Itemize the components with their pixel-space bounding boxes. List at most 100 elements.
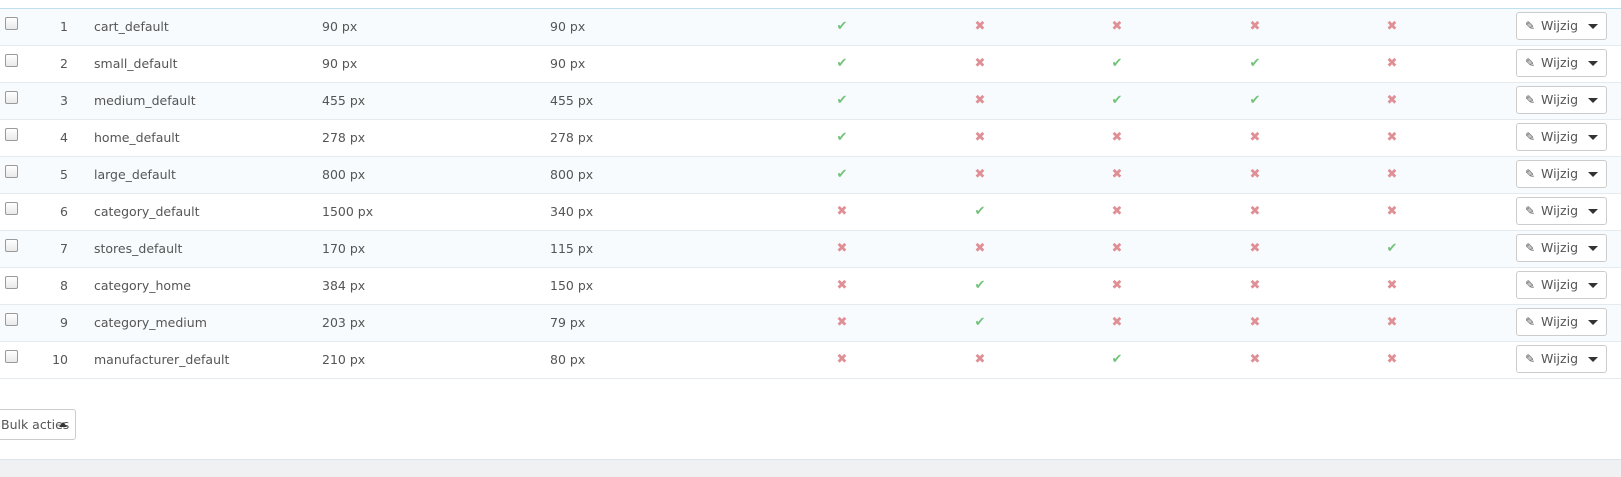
- actions-dropdown-toggle[interactable]: [1579, 346, 1606, 372]
- cross-icon: ✖: [1111, 204, 1123, 219]
- row-checkbox[interactable]: [5, 313, 18, 326]
- row-checkbox[interactable]: [5, 17, 18, 30]
- row-name: category_medium: [94, 315, 207, 330]
- edit-button[interactable]: ✎ Wijzig: [1517, 50, 1579, 76]
- actions-dropdown-toggle[interactable]: [1579, 235, 1606, 261]
- edit-button[interactable]: ✎ Wijzig: [1517, 309, 1579, 335]
- pencil-icon: ✎: [1525, 130, 1536, 144]
- row-name: medium_default: [94, 93, 196, 108]
- check-icon: ✔: [1111, 352, 1123, 367]
- pencil-icon: ✎: [1525, 93, 1536, 107]
- cross-icon: ✖: [836, 241, 848, 256]
- cross-icon: ✖: [836, 352, 848, 367]
- row-actions: ✎ Wijzig: [1516, 123, 1607, 151]
- cross-icon: ✖: [974, 130, 986, 145]
- caret-down-icon: [1588, 98, 1598, 103]
- row-height: 455 px: [550, 93, 594, 108]
- actions-dropdown-toggle[interactable]: [1579, 124, 1606, 150]
- cross-icon: ✖: [1249, 167, 1261, 182]
- cross-icon: ✖: [1386, 204, 1398, 219]
- cross-icon: ✖: [1249, 352, 1261, 367]
- actions-dropdown-toggle[interactable]: [1579, 87, 1606, 113]
- row-height: 278 px: [550, 130, 594, 145]
- edit-button[interactable]: ✎ Wijzig: [1517, 346, 1579, 372]
- row-width: 170 px: [322, 241, 366, 256]
- edit-button[interactable]: ✎ Wijzig: [1517, 198, 1579, 224]
- row-checkbox[interactable]: [5, 91, 18, 104]
- edit-button-label: Wijzig: [1541, 351, 1578, 366]
- edit-button[interactable]: ✎ Wijzig: [1517, 161, 1579, 187]
- actions-dropdown-toggle[interactable]: [1579, 161, 1606, 187]
- pencil-icon: ✎: [1525, 352, 1536, 366]
- row-id: 7: [60, 241, 68, 256]
- caret-down-icon: [1588, 246, 1598, 251]
- row-id: 6: [60, 204, 68, 219]
- edit-button[interactable]: ✎ Wijzig: [1517, 235, 1579, 261]
- row-width: 1500 px: [322, 204, 374, 219]
- caret-down-icon: [1588, 24, 1598, 29]
- row-checkbox[interactable]: [5, 202, 18, 215]
- row-checkbox[interactable]: [5, 165, 18, 178]
- check-icon: ✔: [836, 56, 848, 71]
- cross-icon: ✖: [1386, 315, 1398, 330]
- row-height: 90 px: [550, 19, 586, 34]
- actions-dropdown-toggle[interactable]: [1579, 13, 1606, 39]
- edit-button[interactable]: ✎ Wijzig: [1517, 87, 1579, 113]
- cross-icon: ✖: [1111, 19, 1123, 34]
- row-actions: ✎ Wijzig: [1516, 12, 1607, 40]
- table-row: 6 category_default 1500 px 340 px ✖ ✔ ✖ ✖ ✖ ✎ Wijz…: [0, 194, 1621, 231]
- edit-button[interactable]: ✎ Wijzig: [1517, 272, 1579, 298]
- row-checkbox[interactable]: [5, 54, 18, 67]
- edit-button[interactable]: ✎ Wijzig: [1517, 124, 1579, 150]
- edit-button[interactable]: ✎ Wijzig: [1517, 13, 1579, 39]
- cross-icon: ✖: [1386, 56, 1398, 71]
- row-width: 210 px: [322, 352, 366, 367]
- pencil-icon: ✎: [1525, 278, 1536, 292]
- table-row: 1 cart_default 90 px 90 px ✔ ✖ ✖ ✖ ✖ ✎ Wijzig: [0, 9, 1621, 46]
- row-checkbox[interactable]: [5, 276, 18, 289]
- row-name: manufacturer_default: [94, 352, 230, 367]
- check-icon: ✔: [974, 278, 986, 293]
- caret-down-icon: [1588, 320, 1598, 325]
- pencil-icon: ✎: [1525, 204, 1536, 218]
- table-row: 2 small_default 90 px 90 px ✔ ✖ ✔ ✔ ✖ ✎ Wijzig: [0, 46, 1621, 83]
- row-width: 455 px: [322, 93, 366, 108]
- cross-icon: ✖: [1386, 278, 1398, 293]
- check-icon: ✔: [836, 167, 848, 182]
- table-row: 10 manufacturer_default 210 px 80 px ✖ ✖ ✔ ✖ ✖ ✎ W…: [0, 342, 1621, 379]
- bulk-actions-button[interactable]: Bulk acties: [0, 409, 76, 440]
- pencil-icon: ✎: [1525, 19, 1536, 33]
- table-row: 4 home_default 278 px 278 px ✔ ✖ ✖ ✖ ✖ ✎ Wijzig: [0, 120, 1621, 157]
- cross-icon: ✖: [974, 19, 986, 34]
- actions-dropdown-toggle[interactable]: [1579, 198, 1606, 224]
- check-icon: ✔: [836, 93, 848, 108]
- cross-icon: ✖: [974, 167, 986, 182]
- check-icon: ✔: [1111, 93, 1123, 108]
- cross-icon: ✖: [1249, 19, 1261, 34]
- row-checkbox[interactable]: [5, 128, 18, 141]
- check-icon: ✔: [974, 315, 986, 330]
- cross-icon: ✖: [974, 241, 986, 256]
- cross-icon: ✖: [974, 56, 986, 71]
- row-id: 3: [60, 93, 68, 108]
- actions-dropdown-toggle[interactable]: [1579, 50, 1606, 76]
- cross-icon: ✖: [1249, 315, 1261, 330]
- row-actions: ✎ Wijzig: [1516, 345, 1607, 373]
- row-actions: ✎ Wijzig: [1516, 234, 1607, 262]
- actions-dropdown-toggle[interactable]: [1579, 309, 1606, 335]
- row-id: 5: [60, 167, 68, 182]
- cross-icon: ✖: [1386, 19, 1398, 34]
- row-checkbox[interactable]: [5, 239, 18, 252]
- actions-dropdown-toggle[interactable]: [1579, 272, 1606, 298]
- row-height: 80 px: [550, 352, 586, 367]
- row-height: 340 px: [550, 204, 594, 219]
- table-row: 3 medium_default 455 px 455 px ✔ ✖ ✔ ✔ ✖ ✎ Wijzig: [0, 83, 1621, 120]
- cross-icon: ✖: [1386, 352, 1398, 367]
- row-name: small_default: [94, 56, 178, 71]
- row-id: 1: [60, 19, 68, 34]
- cross-icon: ✖: [1111, 167, 1123, 182]
- cross-icon: ✖: [1386, 130, 1398, 145]
- row-checkbox[interactable]: [5, 350, 18, 363]
- row-name: category_home: [94, 278, 191, 293]
- caret-up-icon: [59, 422, 67, 427]
